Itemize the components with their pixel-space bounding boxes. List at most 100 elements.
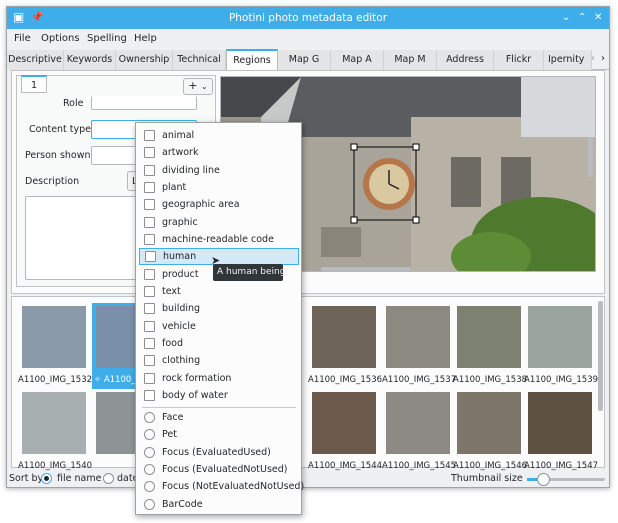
- radio[interactable]: [144, 481, 155, 492]
- sort-date-radio[interactable]: [103, 473, 114, 484]
- thumbnail-caption: A1100_IMG_1538: [453, 375, 528, 385]
- thumbnail-1537[interactable]: A1100_IMG_1537: [382, 303, 456, 389]
- tab-address[interactable]: Address: [437, 50, 494, 70]
- checkbox[interactable]: [144, 217, 155, 228]
- checkbox[interactable]: [144, 338, 155, 349]
- checkbox[interactable]: [144, 269, 155, 280]
- regions-panel: 1 + ⌄ Role Content type Person shown Des…: [11, 70, 605, 294]
- menu-help[interactable]: Help: [134, 33, 157, 44]
- thumbnail-image: [528, 392, 592, 454]
- option-label: product: [162, 269, 199, 280]
- option-dividing-line[interactable]: dividing line: [136, 162, 302, 179]
- tab-map-m[interactable]: Map M: [384, 50, 437, 70]
- chevron-down-icon: ⌄: [201, 82, 208, 91]
- thumbnail-caption: A1100_IMG_1536: [308, 375, 383, 385]
- tab-technical[interactable]: Technical: [173, 50, 226, 70]
- option-clothing[interactable]: clothing: [136, 352, 302, 369]
- role-field[interactable]: [91, 96, 197, 110]
- option-animal[interactable]: animal: [136, 127, 302, 144]
- option-artwork[interactable]: artwork: [136, 144, 302, 161]
- thumbnail-1539[interactable]: A1100_IMG_1539: [524, 303, 598, 389]
- checkbox[interactable]: [144, 355, 155, 366]
- thumbnail-scrollbar[interactable]: [598, 301, 603, 411]
- window-title: Photini photo metadata editor: [228, 12, 388, 24]
- thumbnail-caption: A1100_IMG_1532: [18, 375, 93, 385]
- option-label: plant: [162, 182, 187, 193]
- option-label: Focus (EvaluatedUsed): [162, 447, 271, 458]
- slider-handle[interactable]: [537, 473, 550, 486]
- option-focus-not-evaluated-not-used[interactable]: Focus (NotEvaluatedNotUsed): [136, 478, 304, 495]
- option-plant[interactable]: plant: [136, 179, 302, 196]
- tab-keywords[interactable]: Keywords: [64, 50, 116, 70]
- image-scrollbar[interactable]: [588, 137, 593, 177]
- checkbox[interactable]: [144, 165, 155, 176]
- thumbnail-image: [312, 306, 376, 368]
- add-region-button[interactable]: + ⌄: [183, 78, 213, 95]
- radio[interactable]: [144, 412, 155, 423]
- checkbox[interactable]: [144, 390, 155, 401]
- checkbox[interactable]: [144, 286, 155, 297]
- option-food[interactable]: food: [136, 335, 302, 352]
- option-vehicle[interactable]: vehicle: [136, 318, 302, 335]
- checkbox[interactable]: [144, 182, 155, 193]
- option-building[interactable]: building: [136, 300, 302, 317]
- description-field[interactable]: [25, 196, 151, 280]
- sort-file-name-radio[interactable]: [41, 473, 52, 484]
- option-focus-evaluated-used[interactable]: Focus (EvaluatedUsed): [136, 444, 302, 461]
- tab-ownership[interactable]: Ownership: [116, 50, 173, 70]
- option-focus-evaluated-not-used[interactable]: Focus (EvaluatedNotUsed): [136, 461, 302, 478]
- option-label: Focus (EvaluatedNotUsed): [162, 464, 288, 475]
- tab-scroll-left-icon[interactable]: ‹: [591, 53, 595, 64]
- checkbox[interactable]: [144, 321, 155, 332]
- radio-selected-dot: [44, 476, 49, 481]
- option-geographic-area[interactable]: geographic area: [136, 196, 302, 213]
- checkbox[interactable]: [144, 199, 155, 210]
- option-face[interactable]: Face: [136, 409, 302, 426]
- option-pet[interactable]: Pet: [136, 426, 302, 443]
- thumbnail-1545[interactable]: A1100_IMG_1545: [382, 389, 456, 475]
- tab-ipernity[interactable]: Ipernity: [544, 50, 592, 70]
- menu-file[interactable]: File: [14, 33, 31, 44]
- minimize-icon[interactable]: ⌄: [562, 11, 570, 25]
- option-machine-readable-code[interactable]: machine-readable code: [136, 231, 302, 248]
- thumbnail-1540[interactable]: A1100_IMG_1540: [18, 389, 92, 475]
- option-graphic[interactable]: graphic: [136, 214, 302, 231]
- radio[interactable]: [144, 499, 155, 510]
- tab-map-g[interactable]: Map G: [278, 50, 331, 70]
- tab-descriptive[interactable]: Descriptive: [7, 50, 64, 70]
- checkbox[interactable]: [144, 130, 155, 141]
- thumbnail-1538[interactable]: A1100_IMG_1538: [453, 303, 528, 389]
- thumbnail-1536[interactable]: A1100_IMG_1536: [308, 303, 383, 389]
- radio[interactable]: [144, 429, 155, 440]
- option-text[interactable]: text: [136, 283, 302, 300]
- checkbox[interactable]: [144, 303, 155, 314]
- maximize-icon[interactable]: ⌃: [578, 11, 586, 25]
- option-label: food: [162, 338, 183, 349]
- menu-spelling[interactable]: Spelling: [87, 33, 127, 44]
- checkbox[interactable]: [144, 373, 155, 384]
- close-icon[interactable]: ✕: [594, 11, 602, 25]
- thumbnail-size-slider[interactable]: [527, 473, 605, 486]
- region-tab-1[interactable]: 1: [21, 75, 47, 93]
- radio[interactable]: [144, 447, 155, 458]
- option-barcode[interactable]: BarCode: [136, 496, 302, 513]
- sort-by-label: Sort by: [9, 473, 44, 484]
- tab-flickr[interactable]: Flickr: [494, 50, 544, 70]
- thumbnail-1532[interactable]: A1100_IMG_1532: [18, 303, 93, 389]
- checkbox[interactable]: [144, 234, 155, 245]
- option-rock-formation[interactable]: rock formation: [136, 370, 302, 387]
- title-bar: ▣ 📌 Photini photo metadata editor ⌄ ⌃ ✕: [7, 7, 609, 29]
- thumbnail-image: [528, 306, 592, 368]
- menu-bar: File Options Spelling Help: [7, 29, 609, 49]
- tab-regions[interactable]: Regions: [226, 49, 278, 71]
- checkbox[interactable]: [145, 251, 156, 262]
- tab-map-a[interactable]: Map A: [331, 50, 384, 70]
- checkbox[interactable]: [144, 147, 155, 158]
- radio[interactable]: [144, 464, 155, 475]
- option-body-of-water[interactable]: body of water: [136, 387, 302, 404]
- tab-scroll-right-icon[interactable]: ›: [601, 53, 605, 64]
- thumbnail-1546[interactable]: A1100_IMG_1546: [453, 389, 527, 475]
- menu-options[interactable]: Options: [41, 33, 80, 44]
- thumbnail-1544[interactable]: A1100_IMG_1544: [308, 389, 382, 475]
- thumbnail-1547[interactable]: A1100_IMG_1547: [524, 389, 598, 475]
